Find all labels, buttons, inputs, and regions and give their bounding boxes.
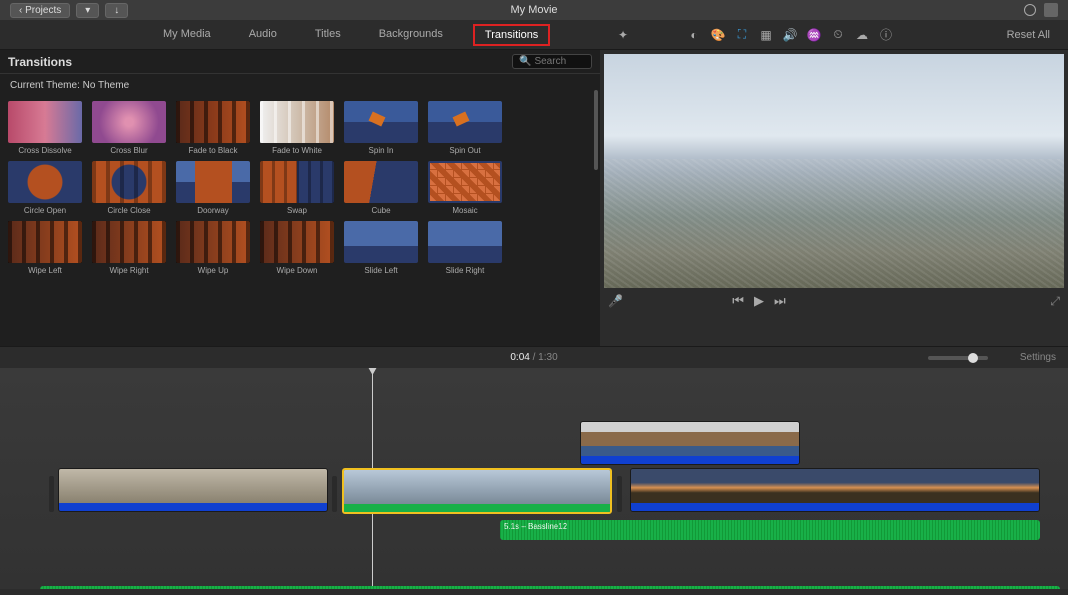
transition-circle-close[interactable]: Circle Close — [90, 161, 168, 215]
browser-panel: Transitions 🔍 Search Current Theme: No T… — [0, 50, 600, 346]
clip-handle[interactable] — [49, 476, 54, 512]
clip-overlay-bridge[interactable] — [580, 421, 800, 465]
transition-label: Swap — [260, 206, 334, 215]
transition-slide-right[interactable]: Slide Right — [426, 221, 504, 275]
adjustment-tools: ◐ 🎨 ⛶ ▦ 🔊 ♒ ⏲ ☁ ⓘ — [687, 28, 893, 42]
transition-mosaic[interactable]: Mosaic — [426, 161, 504, 215]
next-clip-button[interactable]: ⏭ — [774, 293, 786, 309]
transition-swap[interactable]: Swap — [258, 161, 336, 215]
transition-label: Circle Close — [92, 206, 166, 215]
info-icon[interactable]: ⓘ — [879, 28, 893, 42]
play-button[interactable]: ▶ — [754, 293, 764, 309]
transition-wipe-up[interactable]: Wipe Up — [174, 221, 252, 275]
transition-label: Cross Dissolve — [8, 146, 82, 155]
timeline-settings-button[interactable]: Settings — [1020, 352, 1056, 363]
import-button[interactable]: ▾ — [76, 3, 99, 18]
transition-wipe-left[interactable]: Wipe Left — [6, 221, 84, 275]
clip-stone[interactable] — [58, 468, 328, 512]
search-input[interactable]: 🔍 Search — [512, 54, 592, 69]
volume-icon[interactable]: 🔊 — [783, 28, 797, 42]
transition-wipe-right[interactable]: Wipe Right — [90, 221, 168, 275]
audio-clip-myproject[interactable]: 17.7s – MyProject — [40, 586, 1060, 589]
clip-handle[interactable] — [332, 476, 337, 512]
color-correction-icon[interactable]: 🎨 — [711, 28, 725, 42]
transition-label: Cube — [344, 206, 418, 215]
transition-label: Spin In — [344, 146, 418, 155]
transition-circle-open[interactable]: Circle Open — [6, 161, 84, 215]
crop-icon[interactable]: ⛶ — [735, 28, 749, 42]
theme-label: Current Theme: No Theme — [0, 74, 600, 97]
browser-title: Transitions — [8, 55, 72, 69]
tab-audio[interactable]: Audio — [241, 24, 285, 46]
transition-label: Fade to White — [260, 146, 334, 155]
transition-label: Mosaic — [428, 206, 502, 215]
transition-cube[interactable]: Cube — [342, 161, 420, 215]
clip-handle[interactable] — [617, 476, 622, 512]
movie-title: My Movie — [510, 4, 557, 16]
preview-video — [604, 54, 1064, 288]
back-projects-button[interactable]: ‹ Projects — [10, 3, 70, 18]
transition-label: Circle Open — [8, 206, 82, 215]
stabilize-icon[interactable]: ▦ — [759, 28, 773, 42]
speed-icon[interactable]: ⏲ — [831, 28, 845, 42]
transition-label: Spin Out — [428, 146, 502, 155]
voiceover-icon[interactable]: 🎤 — [608, 294, 623, 308]
prev-clip-button[interactable]: ⏮ — [732, 293, 744, 309]
time-display: 0:04 / 1:30 — [510, 352, 557, 363]
transition-slide-left[interactable]: Slide Left — [342, 221, 420, 275]
reset-all-button[interactable]: Reset All — [1007, 29, 1050, 41]
download-button[interactable]: ↓ — [105, 3, 128, 18]
timeline-header: 0:04 / 1:30 Settings — [0, 346, 1068, 368]
color-balance-icon[interactable]: ◐ — [687, 28, 701, 42]
transition-fade-to-black[interactable]: Fade to Black — [174, 101, 252, 155]
timeline[interactable]: 5.1s – Bassline12 17.7s – MyProject — [0, 368, 1068, 589]
tab-my-media[interactable]: My Media — [155, 24, 219, 46]
transition-label: Wipe Left — [8, 266, 82, 275]
transition-label: Slide Left — [344, 266, 418, 275]
transition-spin-in[interactable]: Spin In — [342, 101, 420, 155]
record-indicator-icon — [1024, 4, 1036, 16]
transition-label: Wipe Up — [176, 266, 250, 275]
transition-label: Slide Right — [428, 266, 502, 275]
audio-clip-bassline[interactable]: 5.1s – Bassline12 — [500, 520, 1040, 540]
share-button[interactable] — [1044, 3, 1058, 17]
transition-label: Wipe Right — [92, 266, 166, 275]
transition-label: Fade to Black — [176, 146, 250, 155]
scrollbar[interactable] — [594, 90, 598, 170]
transition-doorway[interactable]: Doorway — [174, 161, 252, 215]
transition-cross-dissolve[interactable]: Cross Dissolve — [6, 101, 84, 155]
zoom-slider[interactable] — [928, 356, 988, 360]
transition-wipe-down[interactable]: Wipe Down — [258, 221, 336, 275]
preview-panel: 🎤 ⏮ ▶ ⏭ ⤢ — [600, 50, 1068, 346]
effects-icon[interactable]: ☁ — [855, 28, 869, 42]
fullscreen-icon[interactable]: ⤢ — [1050, 294, 1060, 309]
transition-cross-blur[interactable]: Cross Blur — [90, 101, 168, 155]
clip-sunset[interactable] — [630, 468, 1040, 512]
transition-label: Doorway — [176, 206, 250, 215]
transition-label: Wipe Down — [260, 266, 334, 275]
transition-label: Cross Blur — [92, 146, 166, 155]
tab-transitions[interactable]: Transitions — [473, 24, 550, 46]
toolbar: My Media Audio Titles Backgrounds Transition… — [0, 20, 1068, 50]
clip-city-selected[interactable] — [342, 468, 612, 514]
noise-icon[interactable]: ♒ — [807, 28, 821, 42]
transition-spin-out[interactable]: Spin Out — [426, 101, 504, 155]
media-tabs: My Media Audio Titles Backgrounds Transition… — [155, 24, 550, 46]
tab-titles[interactable]: Titles — [307, 24, 349, 46]
tab-backgrounds[interactable]: Backgrounds — [371, 24, 451, 46]
magic-wand-icon[interactable]: ✦ — [618, 28, 632, 42]
transition-fade-to-white[interactable]: Fade to White — [258, 101, 336, 155]
titlebar: ‹ Projects ▾ ↓ My Movie — [0, 0, 1068, 20]
